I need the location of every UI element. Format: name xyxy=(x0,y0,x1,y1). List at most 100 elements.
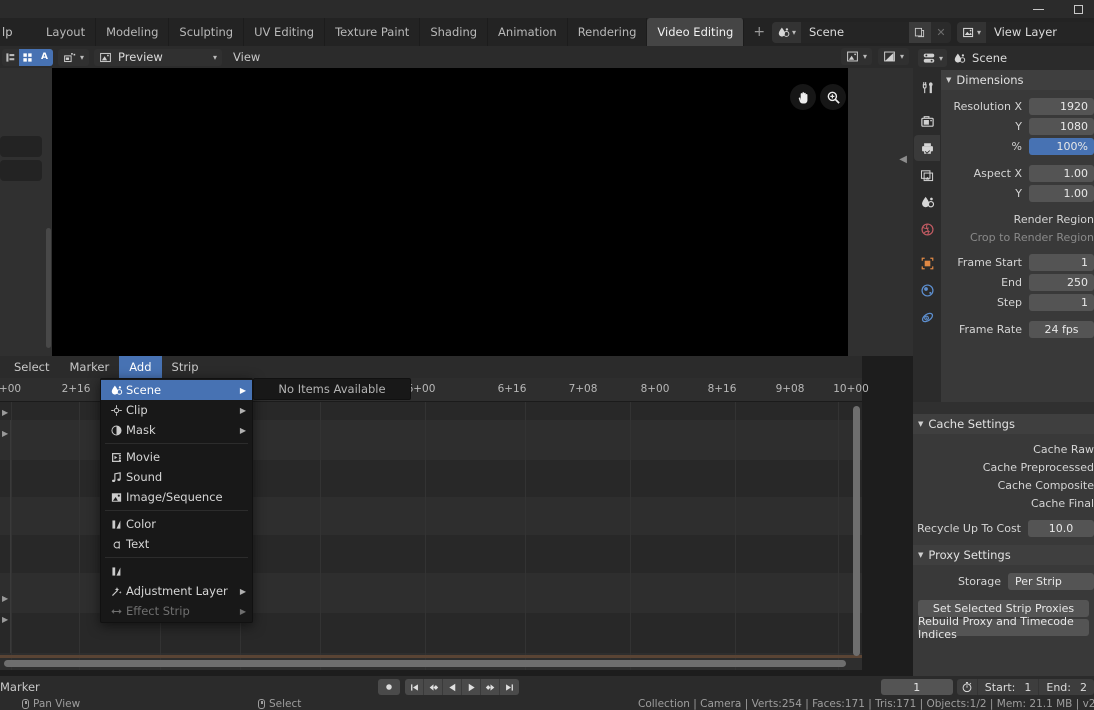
overlays-icon[interactable]: ▾ xyxy=(840,48,872,65)
menu-item-adjustment-layer[interactable] xyxy=(101,561,252,581)
chevron-right-icon[interactable]: ▶ xyxy=(2,408,8,417)
sequencer-menu-add[interactable]: Add xyxy=(119,356,162,378)
duplicate-icon[interactable] xyxy=(908,21,931,43)
zoom-in-icon[interactable] xyxy=(820,84,846,110)
sequencer-text-icon[interactable]: A xyxy=(36,48,53,66)
render-region-checkbox[interactable]: Render Region xyxy=(941,210,1094,228)
end-frame-field[interactable]: End: 2 xyxy=(1038,679,1094,695)
workspace-tab-modeling[interactable]: Modeling xyxy=(96,18,170,46)
cache-raw-checkbox[interactable]: Cache Raw xyxy=(913,440,1094,458)
display-mode-dropdown[interactable]: Preview ▾ xyxy=(94,48,223,66)
resolution-y-field[interactable]: 1080 xyxy=(1029,118,1094,135)
cache-composite-checkbox[interactable]: Cache Composite xyxy=(913,476,1094,494)
editor-type-dropdown[interactable]: ▾ xyxy=(58,48,90,66)
chevron-right-icon[interactable]: ▶ xyxy=(2,594,8,603)
frame-rate-dropdown[interactable]: 24 fps xyxy=(1029,321,1094,338)
properties-tab-world[interactable] xyxy=(914,216,940,242)
hand-icon[interactable] xyxy=(790,84,816,110)
resolution-x-field[interactable]: 1920 xyxy=(1029,98,1094,115)
scene-name-field[interactable]: Scene xyxy=(800,21,909,43)
gizmo-icon[interactable]: ▾ xyxy=(877,48,909,65)
properties-tab-scene[interactable] xyxy=(914,189,940,215)
properties-tab-particles[interactable] xyxy=(914,304,940,330)
menu-item-image-sequence[interactable]: Image/Sequence xyxy=(101,487,252,507)
menu-item-sound[interactable]: Sound xyxy=(101,467,252,487)
sequencer-menu-select[interactable]: Select xyxy=(4,356,59,378)
properties-tab-view-layer[interactable] xyxy=(914,162,940,188)
menu-item-color[interactable]: Color xyxy=(101,514,252,534)
record-icon[interactable] xyxy=(378,679,400,695)
sequencer-preview-icon[interactable] xyxy=(19,48,36,66)
current-frame-field[interactable]: 1 xyxy=(880,679,953,695)
scene-icon[interactable]: ▾ xyxy=(771,21,801,43)
start-frame-field[interactable]: Start: 1 xyxy=(976,679,1039,695)
sequencer-menu-strip[interactable]: Strip xyxy=(162,356,209,378)
menu-item-mask[interactable]: Mask ▶ xyxy=(101,420,252,440)
workspace-tab-rendering[interactable]: Rendering xyxy=(568,18,648,46)
play-icon[interactable] xyxy=(462,679,481,695)
sequencer-menu-marker[interactable]: Marker xyxy=(59,356,119,378)
workspace-tab-layout[interactable]: Layout xyxy=(36,18,97,46)
workspace-tab-texture-paint[interactable]: Texture Paint xyxy=(325,18,421,46)
chevron-right-icon[interactable]: ▶ xyxy=(2,429,8,438)
properties-lower-panels[interactable]: ▼ Cache Settings Cache Raw Cache Preproc… xyxy=(913,414,1094,680)
workspace-tab-shading[interactable]: Shading xyxy=(420,18,489,46)
aspect-y-field[interactable]: 1.00 xyxy=(1029,185,1094,202)
cache-final-checkbox[interactable]: Cache Final xyxy=(913,494,1094,512)
sequencer-strips-icon[interactable] xyxy=(2,48,19,66)
workspace-tab-animation[interactable]: Animation xyxy=(488,18,568,46)
proxy-storage-dropdown[interactable]: Per Strip xyxy=(1008,573,1094,590)
jump-to-start-icon[interactable] xyxy=(405,679,424,695)
rebuild-proxy-button[interactable]: Rebuild Proxy and Timecode Indices xyxy=(918,615,1089,641)
play-reverse-icon[interactable] xyxy=(443,679,462,695)
preview-vertical-scrollbar[interactable] xyxy=(46,228,51,348)
view-layer-datablock[interactable]: ▾ View Layer xyxy=(956,21,1094,43)
chevron-left-icon[interactable]: ◀ xyxy=(899,154,907,165)
menu-item-movie[interactable]: Movie xyxy=(101,447,252,467)
properties-tab-physics[interactable] xyxy=(914,277,940,303)
close-icon[interactable]: ✕ xyxy=(931,22,951,43)
preview-view-menu[interactable]: View xyxy=(227,50,266,64)
preview-canvas[interactable]: ◀ xyxy=(0,68,913,356)
menu-item-clip[interactable]: Clip ▶ xyxy=(101,400,252,420)
menu-item-text[interactable]: Text xyxy=(101,534,252,554)
properties-tab-tool[interactable] xyxy=(914,74,940,100)
chevron-right-icon[interactable]: ▶ xyxy=(2,615,8,624)
minimize-icon[interactable] xyxy=(1018,0,1058,18)
frame-step-field[interactable]: 1 xyxy=(1029,294,1094,311)
floating-panel-row[interactable] xyxy=(0,136,42,157)
sequencer-horizontal-scrollbar[interactable] xyxy=(4,660,846,667)
panel-header-dimensions[interactable]: ▼ Dimensions xyxy=(941,70,1094,90)
workspace-tab-sculpting[interactable]: Sculpting xyxy=(169,18,245,46)
maximize-icon[interactable] xyxy=(1058,0,1094,18)
timeline-marker-menu[interactable]: Marker xyxy=(0,676,40,698)
scene-datablock[interactable]: ▾ Scene ✕ xyxy=(771,21,951,43)
workspace-tab-video-editing[interactable]: Video Editing xyxy=(647,18,745,46)
properties-tab-render[interactable] xyxy=(914,108,940,134)
stopwatch-icon[interactable] xyxy=(957,679,977,695)
add-menu-dropdown[interactable]: Scene ▶ Clip ▶ Mask ▶ Movie Sound Image/… xyxy=(100,378,253,623)
properties-dimensions-panel[interactable]: ▼ Dimensions Resolution X 1920 Y 1080 % … xyxy=(941,70,1094,402)
floating-panel-row[interactable] xyxy=(0,160,42,181)
recycle-cost-field[interactable]: 10.0 xyxy=(1028,520,1094,537)
panel-header-proxy-settings[interactable]: ▼ Proxy Settings xyxy=(913,545,1094,565)
prev-keyframe-icon[interactable] xyxy=(424,679,443,695)
properties-tab-output[interactable] xyxy=(914,135,940,161)
cache-preprocessed-checkbox[interactable]: Cache Preprocessed xyxy=(913,458,1094,476)
menu-item-effect-strip[interactable]: Adjustment Layer ▶ xyxy=(101,581,252,601)
frame-start-field[interactable]: 1 xyxy=(1029,254,1094,271)
view-layer-name-field[interactable]: View Layer xyxy=(986,21,1094,43)
resolution-percent-field[interactable]: 100% xyxy=(1029,138,1094,155)
properties-tab-object[interactable] xyxy=(914,250,940,276)
frame-end-field[interactable]: 250 xyxy=(1029,274,1094,291)
jump-to-end-icon[interactable] xyxy=(500,679,519,695)
menu-item-scene[interactable]: Scene ▶ xyxy=(101,380,252,400)
topbar-menu-fragment[interactable]: lp xyxy=(0,18,13,46)
properties-editor-icon[interactable]: ▾ xyxy=(918,49,948,67)
workspace-tab-uv-editing[interactable]: UV Editing xyxy=(244,18,326,46)
sequencer-vertical-scrollbar[interactable] xyxy=(853,406,860,656)
aspect-x-field[interactable]: 1.00 xyxy=(1029,165,1094,182)
next-keyframe-icon[interactable] xyxy=(481,679,500,695)
view-layer-icon[interactable]: ▾ xyxy=(956,21,986,43)
add-workspace-button[interactable]: + xyxy=(744,18,774,46)
